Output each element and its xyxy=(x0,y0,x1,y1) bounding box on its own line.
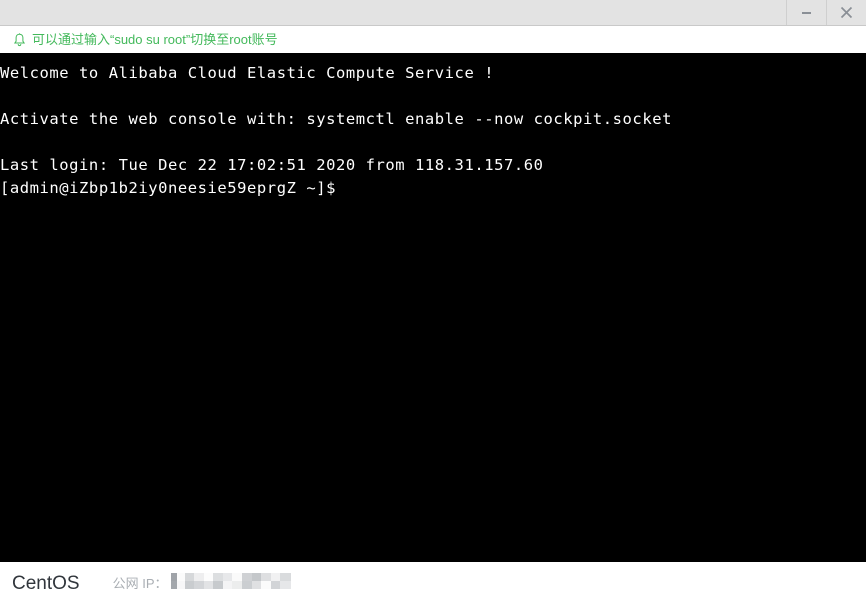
terminal-line: Last login: Tue Dec 22 17:02:51 2020 fro… xyxy=(0,156,544,174)
terminal-output-area[interactable]: Welcome to Alibaba Cloud Elastic Compute… xyxy=(0,53,866,562)
terminal-window: 可以通过输入“sudo su root”切换至root账号 Welcome to… xyxy=(0,0,866,605)
terminal-lines: Welcome to Alibaba Cloud Elastic Compute… xyxy=(0,53,866,200)
status-bar: CentOS 公网 IP： xyxy=(0,562,866,605)
minimize-button[interactable] xyxy=(786,0,826,25)
terminal-prompt-line: [admin@iZbp1b2iy0neesie59eprgZ ~]$ xyxy=(0,179,336,197)
public-ip-group: 公网 IP： xyxy=(113,572,291,595)
terminal-line: Welcome to Alibaba Cloud Elastic Compute… xyxy=(0,64,495,82)
notification-text: 可以通过输入“sudo su root”切换至root账号 xyxy=(32,31,278,47)
window-titlebar xyxy=(0,0,866,26)
os-name-label: CentOS xyxy=(12,572,80,594)
public-ip-redacted-value xyxy=(170,572,291,595)
notification-bar: 可以通过输入“sudo su root”切换至root账号 xyxy=(0,26,866,53)
bell-icon xyxy=(12,32,26,47)
close-icon xyxy=(839,5,854,20)
public-ip-label: 公网 IP： xyxy=(112,575,168,591)
titlebar-drag-area[interactable] xyxy=(0,0,786,25)
minimize-icon xyxy=(800,6,813,19)
close-button[interactable] xyxy=(826,0,866,25)
terminal-line: Activate the web console with: systemctl… xyxy=(0,110,672,128)
